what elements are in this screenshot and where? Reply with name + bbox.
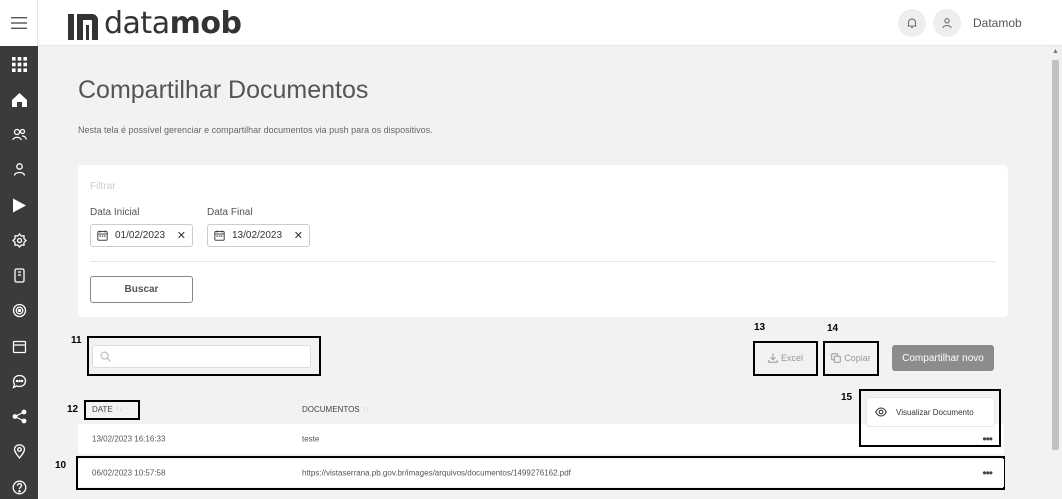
- menu-toggle[interactable]: [0, 0, 38, 46]
- copy-button[interactable]: Copiar: [826, 344, 876, 372]
- column-header-documents[interactable]: DOCUMENTOS ↑↓: [302, 405, 370, 414]
- search-button[interactable]: Buscar: [90, 276, 193, 303]
- sidebar-item-calendar[interactable]: [0, 334, 38, 358]
- users-icon: [11, 128, 27, 140]
- calendar-icon: [214, 230, 225, 241]
- sidebar-item-help[interactable]: [0, 475, 38, 499]
- share-icon: [12, 409, 26, 423]
- end-date-label: Data Final: [207, 207, 253, 218]
- sidebar-item-apps[interactable]: [0, 193, 38, 217]
- excel-export-button[interactable]: Excel: [757, 344, 814, 372]
- gear-icon: [11, 232, 27, 248]
- filter-divider: [90, 261, 996, 262]
- sidebar: [0, 0, 38, 499]
- sort-icon[interactable]: ↑↓: [116, 406, 123, 413]
- start-date-field[interactable]: 01/02/2023 ✕: [90, 224, 193, 247]
- play-icon: [12, 198, 26, 212]
- annotation-11: 11: [71, 335, 82, 346]
- search-icon: [100, 351, 111, 362]
- share-new-button[interactable]: Compartilhar novo: [892, 345, 994, 371]
- sidebar-item-settings[interactable]: [0, 228, 38, 252]
- annotation-14: 14: [827, 323, 839, 334]
- datamob-logo[interactable]: datamob: [68, 6, 242, 41]
- table-search-field[interactable]: [92, 345, 311, 368]
- clear-start-date-icon[interactable]: ✕: [177, 229, 186, 242]
- help-icon: [12, 480, 26, 494]
- annotation-13: 13: [754, 322, 766, 333]
- logo-text: datamob: [104, 6, 242, 41]
- calendar-icon: [97, 230, 108, 241]
- view-document-menu-item[interactable]: Visualizar Documento: [866, 397, 995, 427]
- row-menu-icon[interactable]: •••: [982, 466, 993, 480]
- top-header: datamob Datamob: [38, 0, 1062, 46]
- scroll-up-icon[interactable]: ▲: [1052, 48, 1059, 55]
- row-document: https://vistaserrana.pb.gov.br/images/ar…: [302, 468, 571, 478]
- tablet-icon: [13, 267, 25, 283]
- target-icon: [12, 303, 26, 317]
- row-date: 06/02/2023 10:57:58: [92, 468, 166, 478]
- home-icon: [11, 92, 27, 107]
- annotation-15: 15: [841, 392, 853, 403]
- clear-end-date-icon[interactable]: ✕: [294, 229, 303, 242]
- sort-icon[interactable]: ↑↓: [363, 406, 370, 413]
- scroll-thumb[interactable]: [1052, 60, 1059, 450]
- row-document: teste: [302, 434, 320, 444]
- end-date-field[interactable]: 13/02/2023 ✕: [207, 224, 310, 247]
- sidebar-item-target[interactable]: [0, 298, 38, 322]
- sidebar-item-dashboard[interactable]: [0, 52, 38, 76]
- column-header-date[interactable]: DATE ↑↓: [92, 405, 123, 414]
- table-search-input[interactable]: [117, 351, 303, 362]
- page-description: Nesta tela é possível gerenciar e compar…: [78, 125, 433, 135]
- user-icon: [13, 162, 25, 176]
- notifications-button[interactable]: [898, 9, 926, 37]
- download-icon: [768, 353, 778, 363]
- end-date-value: 13/02/2023: [232, 230, 283, 241]
- eye-icon: [875, 407, 887, 417]
- page-scrollbar[interactable]: ▲: [1049, 46, 1062, 499]
- grid-icon: [11, 56, 27, 72]
- copy-icon: [831, 353, 842, 363]
- bell-icon: [907, 18, 917, 28]
- start-date-label: Data Inicial: [90, 207, 140, 218]
- location-icon: [13, 443, 25, 459]
- sidebar-item-user[interactable]: [0, 157, 38, 181]
- calendar-icon: [12, 340, 26, 353]
- menu-icon: [10, 17, 27, 29]
- sidebar-item-home[interactable]: [0, 87, 38, 111]
- sidebar-item-share[interactable]: [0, 404, 38, 428]
- sidebar-item-messages[interactable]: [0, 369, 38, 393]
- user-icon: [942, 18, 952, 29]
- annotation-12: 12: [67, 404, 79, 415]
- filter-card: Filtrar Data Inicial 01/02/2023 ✕ Data F…: [78, 165, 1008, 317]
- row-date: 13/02/2023 16:16:33: [92, 434, 166, 444]
- chat-icon: [11, 374, 26, 389]
- annotation-10: 10: [55, 460, 67, 471]
- sidebar-item-location[interactable]: [0, 439, 38, 463]
- filter-title: Filtrar: [90, 181, 116, 192]
- user-name[interactable]: Datamob: [973, 16, 1022, 30]
- start-date-value: 01/02/2023: [115, 230, 166, 241]
- logo-mark-icon: [68, 13, 98, 40]
- user-avatar[interactable]: [933, 9, 961, 37]
- sidebar-item-devices[interactable]: [0, 263, 38, 287]
- page-title: Compartilhar Documentos: [78, 76, 369, 104]
- table-row[interactable]: 06/02/2023 10:57:58 https://vistaserrana…: [78, 459, 1004, 487]
- sidebar-item-groups[interactable]: [0, 122, 38, 146]
